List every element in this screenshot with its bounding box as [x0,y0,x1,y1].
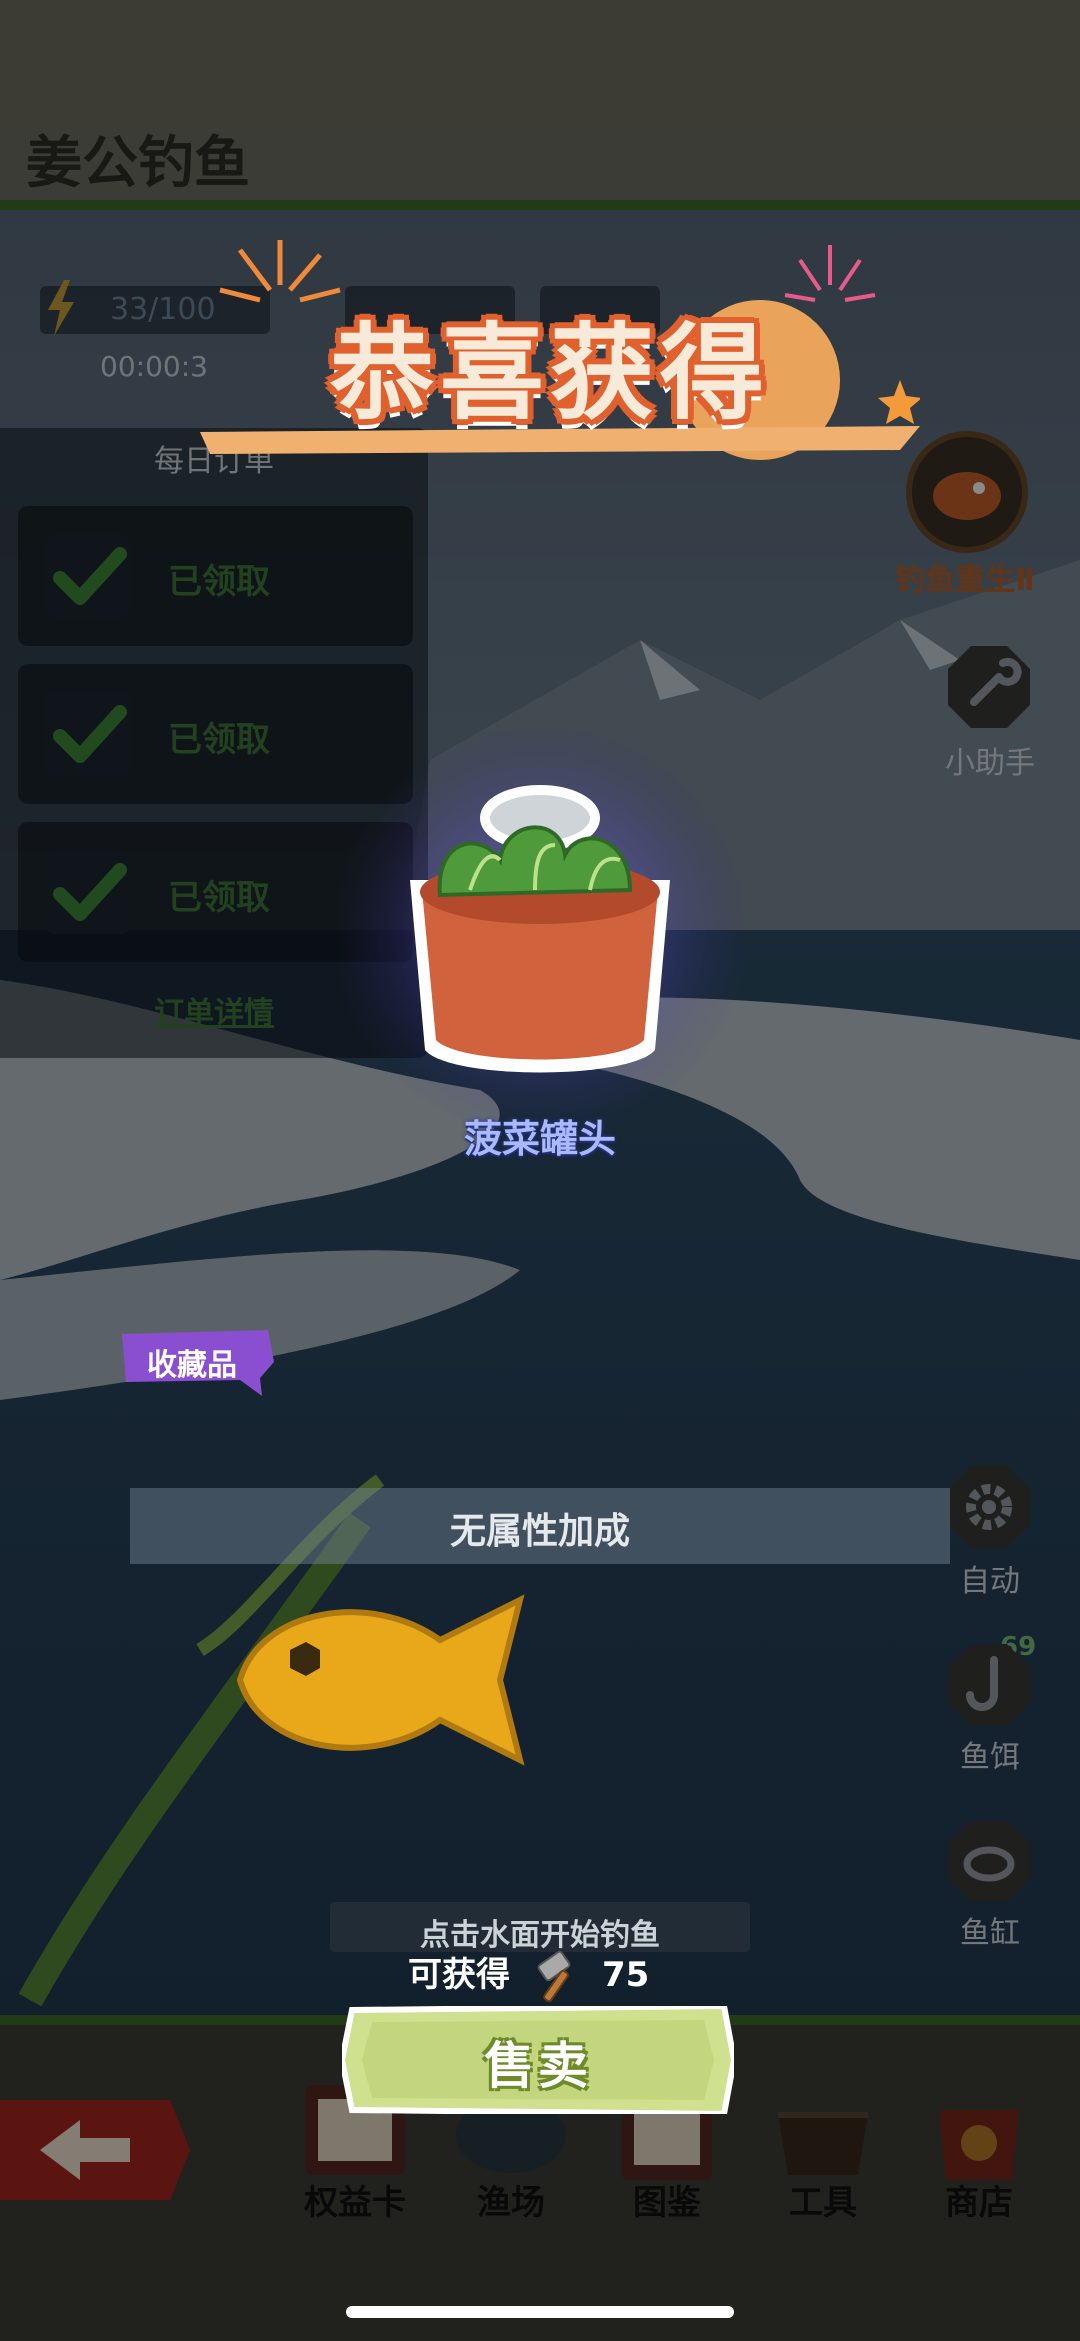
attribute-bar: 无属性加成 [130,1488,950,1564]
goldfish-decoration-icon [236,1594,525,1766]
spinach-can-icon [330,720,750,1140]
gain-label: 可获得 [408,1955,510,1995]
gain-value: 75 [602,1955,650,1995]
sell-button-label: 售卖 [484,2037,592,2095]
congrats-banner: 恭喜获得 [200,226,900,456]
congrats-title: 恭喜获得 [329,312,770,434]
collectible-tag-label-wrap: 收藏品 [122,1330,274,1396]
reward-item-name: 菠菜罐头 [463,1117,616,1161]
sell-button[interactable]: 售卖 [342,2006,734,2114]
home-indicator[interactable] [346,2306,734,2318]
attribute-text: 无属性加成 [449,1511,630,1552]
collectible-tag-label: 收藏品 [147,1348,237,1383]
hammer-icon [537,1950,571,2003]
